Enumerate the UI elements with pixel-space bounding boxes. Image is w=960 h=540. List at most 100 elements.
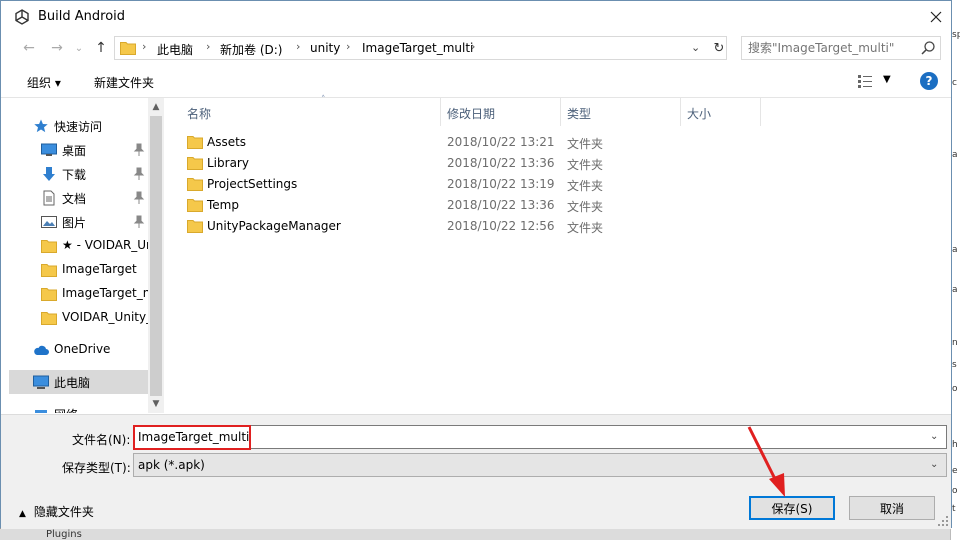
chevron-down-icon: ⌄ <box>74 42 84 54</box>
refresh-icon[interactable]: ↻ <box>710 38 728 58</box>
breadcrumb-separator: › <box>346 40 351 53</box>
column-header-label: 修改日期 <box>447 107 496 121</box>
arrow-left-icon: ← <box>23 40 35 56</box>
background-app-bottom: Plugins <box>0 528 950 540</box>
close-button[interactable] <box>921 5 951 29</box>
sidebar-scrollbar[interactable]: ▲ ▼ <box>148 98 164 413</box>
file-date: 2018/10/22 13:21 <box>447 135 555 149</box>
command-toolbar: 组织 ▾ 新建文件夹 ▼ ? <box>1 64 951 98</box>
column-header-label: 名称 <box>187 107 212 121</box>
sidebar-item-downloads[interactable]: 下载 <box>9 162 148 186</box>
hide-folders-toggle[interactable]: ▲ 隐藏文件夹 <box>19 503 94 520</box>
breadcrumb-unity[interactable]: unity <box>310 41 340 55</box>
file-row[interactable]: ProjectSettings 2018/10/22 13:19 文件夹 <box>181 174 781 195</box>
sidebar-item-desktop[interactable]: 桌面 <box>9 138 148 162</box>
breadcrumb-imagetarget[interactable]: ImageTarget_multi <box>362 41 473 55</box>
filename-input[interactable] <box>138 428 918 446</box>
help-icon[interactable]: ? <box>920 72 938 90</box>
file-row[interactable]: Library 2018/10/22 13:36 文件夹 <box>181 153 781 174</box>
folder-icon <box>187 220 203 233</box>
file-name: Assets <box>207 135 247 149</box>
cancel-button[interactable]: 取消 <box>849 496 935 520</box>
sidebar-item-documents[interactable]: 文档 <box>9 186 148 210</box>
filename-label: 文件名(N): <box>72 433 131 447</box>
forward-button[interactable]: → <box>47 39 67 57</box>
sidebar-item-label: 文档 <box>62 192 87 206</box>
cloud-icon <box>34 345 49 355</box>
search-box[interactable] <box>741 36 941 60</box>
column-header-date[interactable]: 修改日期 <box>441 98 561 126</box>
sidebar-item-pictures[interactable]: 图片 <box>9 210 148 234</box>
recent-locations-button[interactable]: ⌄ <box>69 39 89 57</box>
new-folder-button[interactable]: 新建文件夹 <box>94 74 154 91</box>
file-row[interactable]: Assets 2018/10/22 13:21 文件夹 <box>181 132 781 153</box>
save-dialog: Build Android ← → ⌄ ↑ › 此电脑 › 新加卷 (D:) ›… <box>0 0 952 529</box>
folder-icon <box>187 178 203 191</box>
arrow-up-icon: ↑ <box>95 40 107 56</box>
folder-icon <box>41 312 57 325</box>
file-name: Temp <box>207 198 239 212</box>
file-date: 2018/10/22 13:19 <box>447 177 555 191</box>
sidebar-item-quick-access[interactable]: 快速访问 <box>9 114 148 138</box>
sidebar-item-label: 图片 <box>62 216 87 230</box>
folder-icon <box>41 240 57 253</box>
network-icon <box>35 410 47 413</box>
file-name: Library <box>207 156 249 170</box>
search-input[interactable] <box>742 37 918 59</box>
view-options-icon[interactable] <box>857 73 873 89</box>
picture-icon <box>41 216 57 228</box>
navigation-pane: 快速访问 桌面 下载 文档 图片 ★ - VOIDAR_Ur ImageTarg… <box>9 98 164 413</box>
desktop-icon <box>41 143 57 156</box>
file-date: 2018/10/22 13:36 <box>447 198 555 212</box>
organize-menu[interactable]: 组织 ▾ <box>27 74 61 91</box>
breadcrumb-drive[interactable]: 新加卷 (D:) <box>220 41 282 58</box>
arrow-right-icon: → <box>51 40 63 56</box>
file-list: 名称 ˄ 修改日期 类型 大小 Assets 2018/10/22 13:21 … <box>166 95 951 413</box>
pin-icon[interactable] <box>133 143 145 157</box>
resize-grip-icon[interactable] <box>937 515 949 527</box>
sidebar-item-network[interactable]: 网络 <box>9 402 148 413</box>
sidebar-item-voidar-1[interactable]: ★ - VOIDAR_Ur <box>9 234 151 258</box>
back-button[interactable]: ← <box>19 39 39 57</box>
folder-icon <box>120 42 136 55</box>
pin-icon[interactable] <box>133 215 145 229</box>
scroll-up-icon[interactable]: ▲ <box>150 100 162 114</box>
file-date: 2018/10/22 13:36 <box>447 156 555 170</box>
star-icon <box>34 119 48 133</box>
scroll-down-icon[interactable]: ▼ <box>150 397 162 411</box>
file-type: 文件夹 <box>567 179 604 193</box>
annotation-highlight-box <box>133 425 251 450</box>
sidebar-item-voidar-unity[interactable]: VOIDAR_Unity_ <box>9 306 152 330</box>
filetype-label: 保存类型(T): <box>62 461 131 475</box>
column-header-size[interactable]: 大小 <box>681 98 761 126</box>
breadcrumb-this-pc[interactable]: 此电脑 <box>157 41 193 58</box>
sidebar-item-this-pc[interactable]: 此电脑 <box>9 370 148 394</box>
file-date: 2018/10/22 12:56 <box>447 219 555 233</box>
sidebar-item-imagetarget-multi[interactable]: ImageTarget_n <box>9 282 150 306</box>
file-row[interactable]: UnityPackageManager 2018/10/22 12:56 文件夹 <box>181 216 781 237</box>
view-dropdown-icon[interactable]: ▼ <box>883 74 891 85</box>
sidebar-item-label: 此电脑 <box>54 376 91 390</box>
breadcrumb-separator: › <box>206 40 211 53</box>
file-name: ProjectSettings <box>207 177 298 191</box>
pin-icon[interactable] <box>133 191 145 205</box>
chevron-down-icon[interactable]: ⌄ <box>930 459 938 470</box>
file-row[interactable]: Temp 2018/10/22 13:36 文件夹 <box>181 195 781 216</box>
address-bar[interactable]: › 此电脑 › 新加卷 (D:) › unity › ImageTarget_m… <box>114 36 727 60</box>
chevron-down-icon[interactable]: ⌄ <box>930 431 938 442</box>
pin-icon[interactable] <box>133 167 145 181</box>
address-dropdown-icon[interactable]: ⌄ <box>691 41 700 54</box>
up-button[interactable]: ↑ <box>91 39 111 57</box>
column-header-name[interactable]: 名称 ˄ <box>181 95 441 126</box>
sidebar-item-imagetarget[interactable]: ImageTarget <box>9 258 148 282</box>
filetype-select[interactable]: apk (*.apk) ⌄ <box>133 453 947 477</box>
column-header-type[interactable]: 类型 <box>561 98 681 126</box>
sidebar-item-onedrive[interactable]: OneDrive <box>9 338 148 362</box>
navigation-bar: ← → ⌄ ↑ › 此电脑 › 新加卷 (D:) › unity › Image… <box>1 33 951 63</box>
hide-folders-label: 隐藏文件夹 <box>33 505 94 519</box>
filename-combobox[interactable]: ⌄ <box>133 425 947 449</box>
file-type: 文件夹 <box>567 200 604 214</box>
sidebar-scroll-thumb[interactable] <box>150 116 162 396</box>
column-header-label: 大小 <box>687 107 712 121</box>
window-title: Build Android <box>38 9 126 24</box>
